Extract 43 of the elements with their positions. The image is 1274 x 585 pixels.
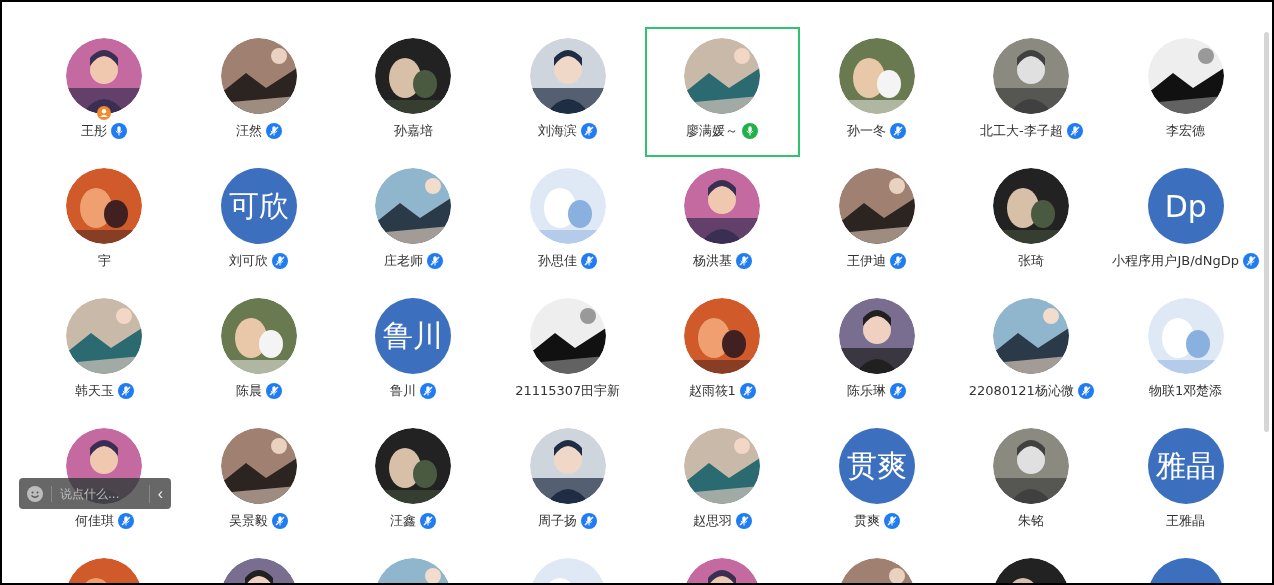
participant-name: 孙思佳 <box>538 252 578 270</box>
participant-name: 王伊迪 <box>847 252 887 270</box>
participant-name: 刘可欣 <box>229 252 269 270</box>
emoji-icon[interactable] <box>27 485 43 502</box>
participant-name: 22080121杨沁微 <box>968 382 1074 400</box>
avatar: 鲁川 <box>375 298 452 374</box>
participant-name: 韩天玉 <box>74 382 114 400</box>
participant-name: 小程序用户JB/dNgDp <box>1112 252 1240 270</box>
scrollbar[interactable] <box>1264 32 1269 432</box>
chat-input[interactable]: 说点什么... <box>51 485 141 502</box>
participant-name: 何佳琪 <box>74 512 114 530</box>
participant-name: 汪鑫 <box>390 512 417 530</box>
participant-name: 王雅晶 <box>1166 512 1206 530</box>
participant-name: 赵思羽 <box>692 512 732 530</box>
participant-name: 北工大-李子超 <box>979 122 1063 140</box>
participant-name: 21115307田宇新 <box>515 382 621 400</box>
avatar: 可欣 <box>220 168 297 244</box>
participant-name: 周子扬 <box>538 512 578 530</box>
participant-name: 孙嘉培 <box>393 122 433 140</box>
participant-name: 朱铭 <box>1018 512 1045 530</box>
participant-name: 宇 <box>97 252 111 270</box>
collapse-button[interactable]: ‹ <box>148 484 163 503</box>
chat-bar[interactable]: 说点什么... ‹ <box>19 478 171 509</box>
participant-name: 物联1邓楚添 <box>1149 382 1223 400</box>
avatar: 雅晶 <box>1147 428 1224 504</box>
participant-name: 刘海滨 <box>538 122 578 140</box>
participant-name: 孙一冬 <box>847 122 887 140</box>
participant-name: 杨洪基 <box>692 252 732 270</box>
participant-name: 汪然 <box>235 122 262 140</box>
avatar: Dp <box>1147 168 1224 244</box>
participant-name: 张琦 <box>1018 252 1045 270</box>
participant-name: 陈晨 <box>235 382 262 400</box>
participant-name: 庄老师 <box>383 252 423 270</box>
participant-name: 赵雨筱1 <box>688 382 736 400</box>
participant-name: 鲁川 <box>390 382 417 400</box>
participant-name: 吴景毅 <box>229 512 269 530</box>
participant-name: 廖满媛～ <box>686 122 739 140</box>
avatar: 贯爽 <box>838 428 915 504</box>
participant-name: 贯爽 <box>853 512 880 530</box>
participant-name: 王彤 <box>81 122 108 140</box>
selected-card[interactable]: 廖满媛～ <box>645 27 800 157</box>
participant-name: 李宏德 <box>1166 122 1206 140</box>
participant-name: 陈乐琳 <box>847 382 887 400</box>
